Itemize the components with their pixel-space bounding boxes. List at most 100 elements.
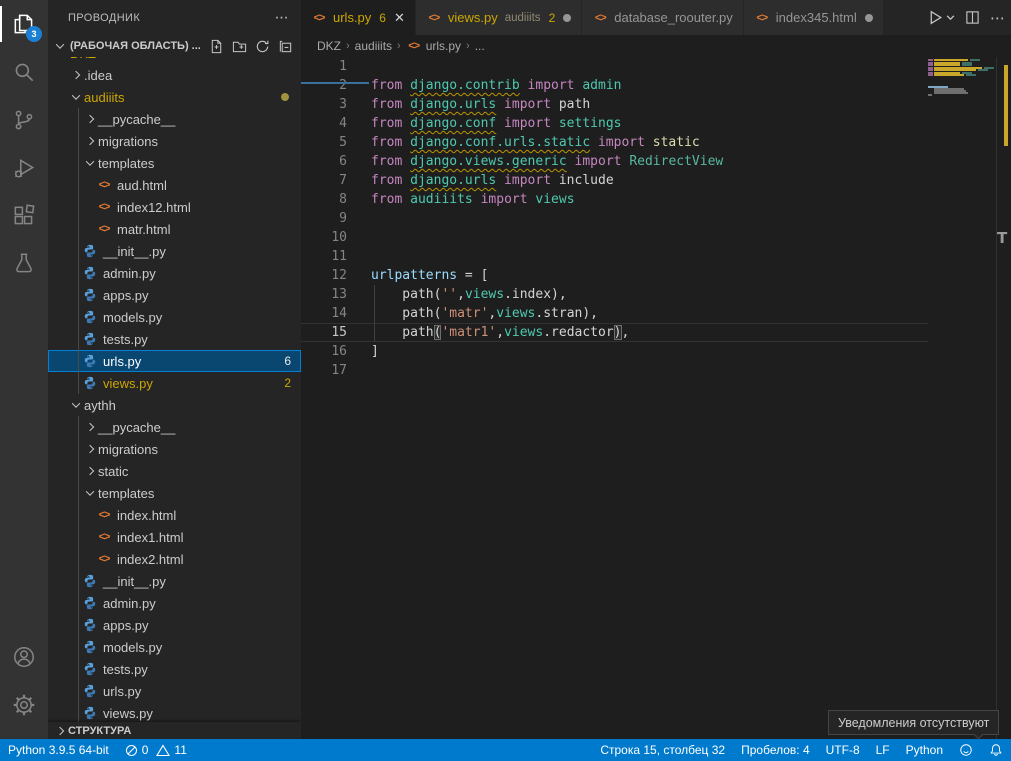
- warning-squiggle-token: django.views.generic: [410, 154, 567, 169]
- chevron-right-icon[interactable]: [82, 116, 98, 122]
- outline-section-header[interactable]: СТРУКТУРА: [48, 722, 301, 739]
- tree-row[interactable]: migrations: [48, 130, 301, 152]
- search-activity-button[interactable]: [0, 48, 48, 96]
- code-editor[interactable]: 12from django.contrib import admin3from …: [301, 57, 1011, 739]
- tree-row[interactable]: <>index2.html: [48, 548, 301, 570]
- tree-row[interactable]: __init__.py: [48, 570, 301, 592]
- breadcrumb-item[interactable]: ...: [475, 39, 485, 53]
- tree-row[interactable]: <>index12.html: [48, 196, 301, 218]
- chevron-right-icon[interactable]: [82, 446, 98, 452]
- tree-row[interactable]: aythh: [48, 394, 301, 416]
- breadcrumb-item[interactable]: <>urls.py: [406, 39, 461, 53]
- cursor-position-label: Строка 15, столбец 32: [600, 743, 725, 757]
- testing-activity-button[interactable]: [0, 240, 48, 288]
- notifications-bell-item[interactable]: [981, 739, 1011, 761]
- eol-item[interactable]: LF: [868, 739, 898, 761]
- line-content: path('matr',views.stran),: [347, 304, 598, 323]
- explorer-more-actions-icon[interactable]: ⋯: [275, 9, 289, 26]
- line-content: from audiiits import views: [347, 190, 575, 209]
- python-interpreter-item[interactable]: Python 3.9.5 64-bit: [0, 739, 117, 761]
- indentation-item[interactable]: Пробелов: 4: [733, 739, 818, 761]
- settings-button[interactable]: [0, 681, 48, 729]
- new-folder-icon[interactable]: [232, 39, 247, 54]
- code-token: views: [496, 306, 535, 321]
- tree-row[interactable]: tests.py: [48, 328, 301, 350]
- breadcrumb-item[interactable]: audiiits: [355, 39, 392, 53]
- feedback-item[interactable]: [951, 739, 981, 761]
- code-line: 7from django.urls import include: [301, 171, 928, 190]
- tree-row[interactable]: tests.py: [48, 658, 301, 680]
- tab-database_roouter.py[interactable]: <>database_roouter.py: [582, 0, 744, 35]
- chevron-down-icon[interactable]: [68, 402, 84, 408]
- new-file-icon[interactable]: [209, 39, 224, 54]
- code-token: import: [567, 154, 630, 169]
- tree-row[interactable]: urls.py: [48, 680, 301, 702]
- collapse-all-icon[interactable]: [278, 39, 293, 54]
- chevron-down-icon[interactable]: [82, 490, 98, 496]
- tree-row[interactable]: __pycache__: [48, 108, 301, 130]
- language-mode-item[interactable]: Python: [898, 739, 951, 761]
- tree-row[interactable]: DKZ: [48, 57, 301, 64]
- explorer-activity-button[interactable]: 3: [0, 0, 48, 48]
- tree-row[interactable]: migrations: [48, 438, 301, 460]
- minimap-line: [934, 69, 976, 71]
- tree-row[interactable]: .idea: [48, 64, 301, 86]
- tree-row[interactable]: __init__.py: [48, 240, 301, 262]
- close-icon[interactable]: ✕: [394, 10, 405, 26]
- tree-row[interactable]: <>matr.html: [48, 218, 301, 240]
- search-icon: [11, 59, 37, 85]
- chevron-right-icon[interactable]: [68, 72, 84, 78]
- tree-row[interactable]: __pycache__: [48, 416, 301, 438]
- tab-index345.html[interactable]: <>index345.html: [744, 0, 884, 35]
- tree-row[interactable]: models.py: [48, 306, 301, 328]
- tree-row[interactable]: <>index.html: [48, 504, 301, 526]
- html-icon: <>: [592, 12, 608, 24]
- problems-item[interactable]: 0 11: [117, 739, 195, 761]
- source-control-activity-button[interactable]: [0, 96, 48, 144]
- tree-row[interactable]: views.py: [48, 702, 301, 722]
- breadcrumb-separator-icon: ›: [466, 40, 470, 52]
- account-button[interactable]: [0, 633, 48, 681]
- tree-row[interactable]: <>aud.html: [48, 174, 301, 196]
- overview-ruler-warning-marker: [1004, 65, 1008, 146]
- code-token: ,: [622, 325, 630, 340]
- minimap[interactable]: [928, 57, 996, 187]
- code-line: 17: [301, 361, 928, 380]
- tab-urls.py[interactable]: <>urls.py6✕: [301, 0, 416, 35]
- tree-row[interactable]: audiiits: [48, 86, 301, 108]
- tree-row[interactable]: <>index1.html: [48, 526, 301, 548]
- split-editor-icon[interactable]: [965, 10, 980, 25]
- chevron-down-icon[interactable]: [82, 160, 98, 166]
- chevron-right-icon[interactable]: [82, 468, 98, 474]
- editor-more-actions-icon[interactable]: ⋯: [990, 9, 1005, 27]
- code-line: 14 path('matr',views.stran),: [301, 304, 928, 323]
- run-file-button[interactable]: [927, 9, 955, 26]
- extensions-activity-button[interactable]: [0, 192, 48, 240]
- tree-indent-guide: [78, 108, 79, 394]
- chevron-down-icon[interactable]: [68, 94, 84, 100]
- tree-row[interactable]: apps.py: [48, 284, 301, 306]
- chevron-right-icon[interactable]: [82, 138, 98, 144]
- tree-row[interactable]: admin.py: [48, 592, 301, 614]
- tree-row[interactable]: static: [48, 460, 301, 482]
- encoding-item[interactable]: UTF-8: [818, 739, 868, 761]
- tree-row[interactable]: apps.py: [48, 614, 301, 636]
- breadcrumb-item[interactable]: DKZ: [317, 39, 341, 53]
- tree-row[interactable]: templates: [48, 152, 301, 174]
- line-number: 9: [301, 209, 347, 228]
- scrollbar-track[interactable]: [996, 57, 997, 739]
- cursor-position-item[interactable]: Строка 15, столбец 32: [592, 739, 733, 761]
- tab-views.py[interactable]: <>views.pyaudiiits2: [416, 0, 582, 35]
- tree-item-label: views.py: [103, 706, 153, 721]
- tree-row[interactable]: admin.py: [48, 262, 301, 284]
- tree-row[interactable]: urls.py6: [48, 350, 301, 372]
- refresh-icon[interactable]: [255, 39, 270, 54]
- tree-row[interactable]: templates: [48, 482, 301, 504]
- html-icon: <>: [96, 509, 112, 521]
- tree-row[interactable]: models.py: [48, 636, 301, 658]
- activity-bar: 3: [0, 0, 48, 739]
- tree-row[interactable]: views.py2: [48, 372, 301, 394]
- chevron-right-icon[interactable]: [82, 424, 98, 430]
- run-debug-activity-button[interactable]: [0, 144, 48, 192]
- workspace-section-header[interactable]: (РАБОЧАЯ ОБЛАСТЬ) ...: [48, 35, 301, 57]
